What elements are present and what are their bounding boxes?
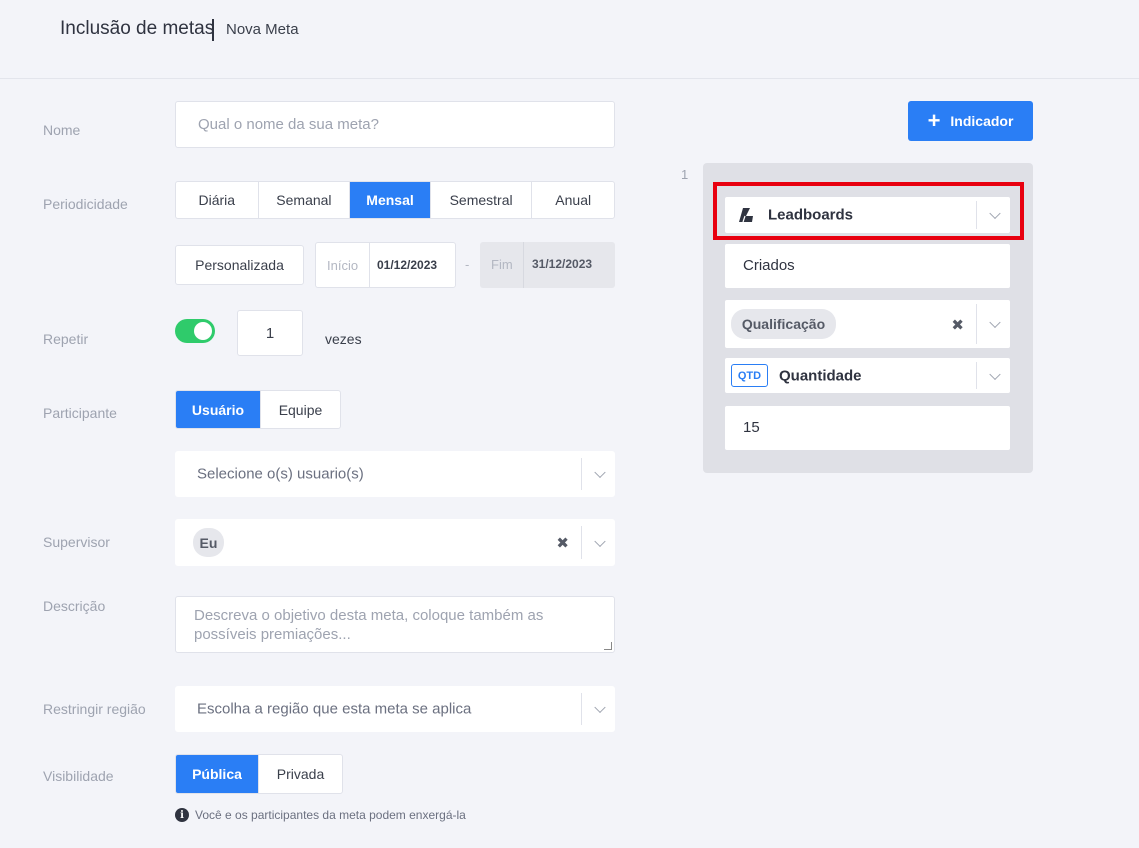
title-separator [212,19,214,41]
indicator-index: 1 [681,167,689,182]
indicator-status-value: Criados [743,257,795,274]
nome-input[interactable]: Qual o nome da sua meta? [175,101,615,148]
fim-divider [523,242,524,288]
periodicidade-mensal[interactable]: Mensal [350,182,431,218]
visibilidade-info: i Você e os participantes da meta podem … [175,808,466,822]
inicio-divider [369,243,370,287]
usuarios-select[interactable]: Selecione o(s) usuario(s) [175,451,615,497]
metric-badge: QTD [731,364,768,387]
indicator-target-input[interactable]: 15 [725,406,1010,450]
add-indicador-button[interactable]: + Indicador [908,101,1033,141]
select-divider [976,304,977,344]
indicator-filter-select[interactable]: Qualificação ✖ [725,300,1010,348]
participante-label: Participante [43,405,117,421]
participante-usuario[interactable]: Usuário [176,391,261,428]
visibilidade-info-text: Você e os participantes da meta podem en… [195,808,466,822]
page-header: Inclusão de metas Nova Meta [0,0,1139,79]
plus-icon: + [927,108,941,133]
chevron-down-icon[interactable] [989,316,1001,329]
indicator-filter-chip: Qualificação [731,309,836,339]
fim-date-field[interactable]: Fim 31/12/2023 [480,242,615,288]
repetir-toggle[interactable] [175,319,215,343]
highlight-box [713,182,1024,240]
visibilidade-privada[interactable]: Privada [259,755,342,793]
toggle-knob [194,322,212,340]
indicator-metric-select[interactable]: QTD Quantidade [725,358,1010,393]
chevron-down-icon[interactable] [989,368,1001,380]
periodicidade-semanal[interactable]: Semanal [259,182,351,218]
fim-label: Fim [491,257,513,272]
personalizada-button[interactable]: Personalizada [175,245,304,285]
select-divider [976,362,977,389]
date-range-dash: - [465,257,470,272]
inicio-date-field[interactable]: Início 01/12/2023 [315,242,456,288]
indicator-target-value: 15 [743,419,760,436]
add-indicador-label: Indicador [950,113,1014,129]
descricao-textarea[interactable]: Descreva o objetivo desta meta, coloque … [175,596,615,653]
periodicidade-anual[interactable]: Anual [532,182,614,218]
supervisor-chip: Eu [193,528,224,557]
regiao-select-placeholder: Escolha a região que esta meta se aplica [197,700,472,718]
repetir-count-input[interactable]: 1 [237,310,303,356]
supervisor-select[interactable]: Eu ✖ [175,519,615,566]
supervisor-label: Supervisor [43,534,110,550]
descricao-label: Descrição [43,598,106,614]
repetir-suffix: vezes [325,331,362,347]
inicio-label: Início [327,258,359,273]
regiao-select[interactable]: Escolha a região que esta meta se aplica [175,686,615,732]
clear-icon[interactable]: ✖ [556,534,569,552]
select-divider [581,693,582,725]
personalizada-label: Personalizada [195,257,284,273]
fim-value: 31/12/2023 [532,257,593,271]
select-divider [581,458,582,490]
page-title: Inclusão de metas [60,18,215,39]
periodicidade-diaria[interactable]: Diária [176,182,259,218]
indicator-status-input[interactable]: Criados [725,244,1010,288]
regiao-label: Restringir região [43,701,146,717]
resize-handle-icon[interactable] [604,642,612,650]
periodicidade-label: Periodicidade [43,196,128,212]
nome-placeholder: Qual o nome da sua meta? [198,116,379,133]
info-icon: i [175,808,189,822]
repetir-label: Repetir [43,331,89,347]
usuarios-select-placeholder: Selecione o(s) usuario(s) [197,465,364,483]
nome-label: Nome [43,122,81,138]
inicio-value: 01/12/2023 [377,258,438,272]
descricao-placeholder: Descreva o objetivo desta meta, coloque … [194,607,544,643]
clear-icon[interactable]: ✖ [951,316,964,334]
periodicidade-segmented: Diária Semanal Mensal Semestral Anual [175,181,615,219]
visibilidade-segmented: Pública Privada [175,754,343,794]
repetir-count-value: 1 [265,325,275,342]
page-subtitle: Nova Meta [226,21,299,38]
chevron-down-icon[interactable] [594,535,606,547]
participante-segmented: Usuário Equipe [175,390,341,429]
chevron-down-icon[interactable] [594,466,606,479]
chevron-down-icon[interactable] [594,701,606,714]
periodicidade-semestral[interactable]: Semestral [431,182,533,218]
participante-equipe[interactable]: Equipe [261,391,340,428]
indicator-metric-name: Quantidade [779,367,862,384]
visibilidade-publica[interactable]: Pública [176,755,259,793]
visibilidade-label: Visibilidade [43,768,114,784]
select-divider [581,526,582,559]
